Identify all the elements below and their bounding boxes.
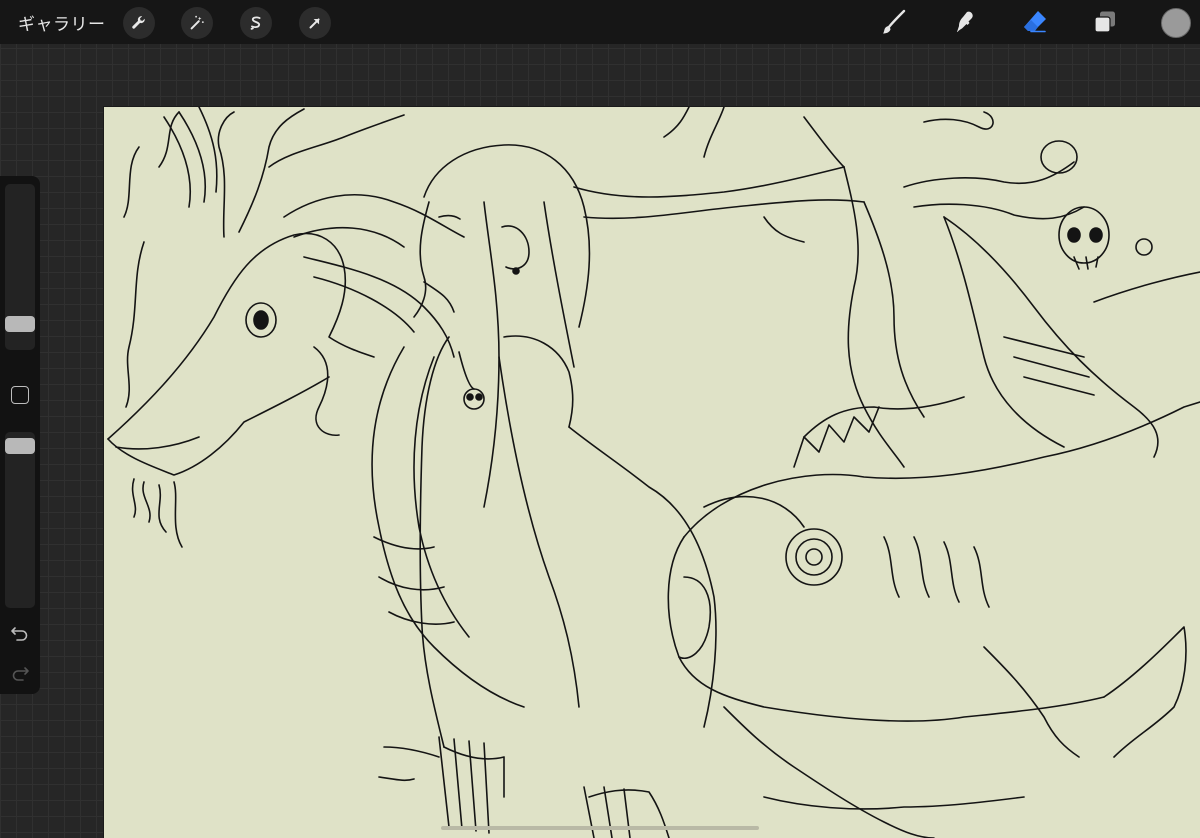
brush-tool-button[interactable] xyxy=(878,6,910,38)
fish-drawing xyxy=(667,396,1200,838)
smudge-icon xyxy=(957,11,973,32)
dragon-body xyxy=(371,346,525,708)
adjustments-button[interactable] xyxy=(181,7,213,39)
color-swatch-button[interactable] xyxy=(1161,8,1191,38)
smudge-tool-button[interactable] xyxy=(948,6,980,38)
left-sidebar xyxy=(0,176,40,694)
brush-size-knob[interactable] xyxy=(5,316,35,332)
procreate-app: ギャラリー xyxy=(0,0,1200,838)
top-toolbar: ギャラリー xyxy=(0,0,1200,44)
layers-button[interactable] xyxy=(1089,6,1121,38)
tail-fin xyxy=(763,216,1200,810)
eraser-tool-button[interactable] xyxy=(1019,6,1051,38)
redo-icon[interactable] xyxy=(9,662,31,684)
dragon-drawing xyxy=(107,111,375,548)
selection-icon xyxy=(250,16,261,30)
opacity-knob[interactable] xyxy=(5,438,35,454)
eraser-icon xyxy=(1024,11,1046,33)
transform-button[interactable] xyxy=(299,7,331,39)
magic-wand-icon xyxy=(190,15,204,30)
brush-icon xyxy=(883,9,906,34)
selection-button[interactable] xyxy=(240,7,272,39)
dragon-antlers xyxy=(163,107,465,358)
tree-branches xyxy=(573,107,1085,468)
transform-arrow-icon xyxy=(309,18,320,29)
opacity-slider[interactable] xyxy=(5,432,35,608)
line-art-illustration xyxy=(107,107,1200,838)
actions-button[interactable] xyxy=(123,7,155,39)
modify-button[interactable] xyxy=(11,386,29,404)
skulls xyxy=(1040,140,1153,270)
undo-icon[interactable] xyxy=(9,622,31,644)
home-indicator xyxy=(441,826,759,830)
wrench-icon xyxy=(132,16,145,29)
gallery-button[interactable]: ギャラリー xyxy=(18,10,106,35)
woman-figure xyxy=(378,144,717,838)
layers-icon xyxy=(1094,11,1115,33)
drawing-canvas[interactable] xyxy=(104,107,1200,838)
